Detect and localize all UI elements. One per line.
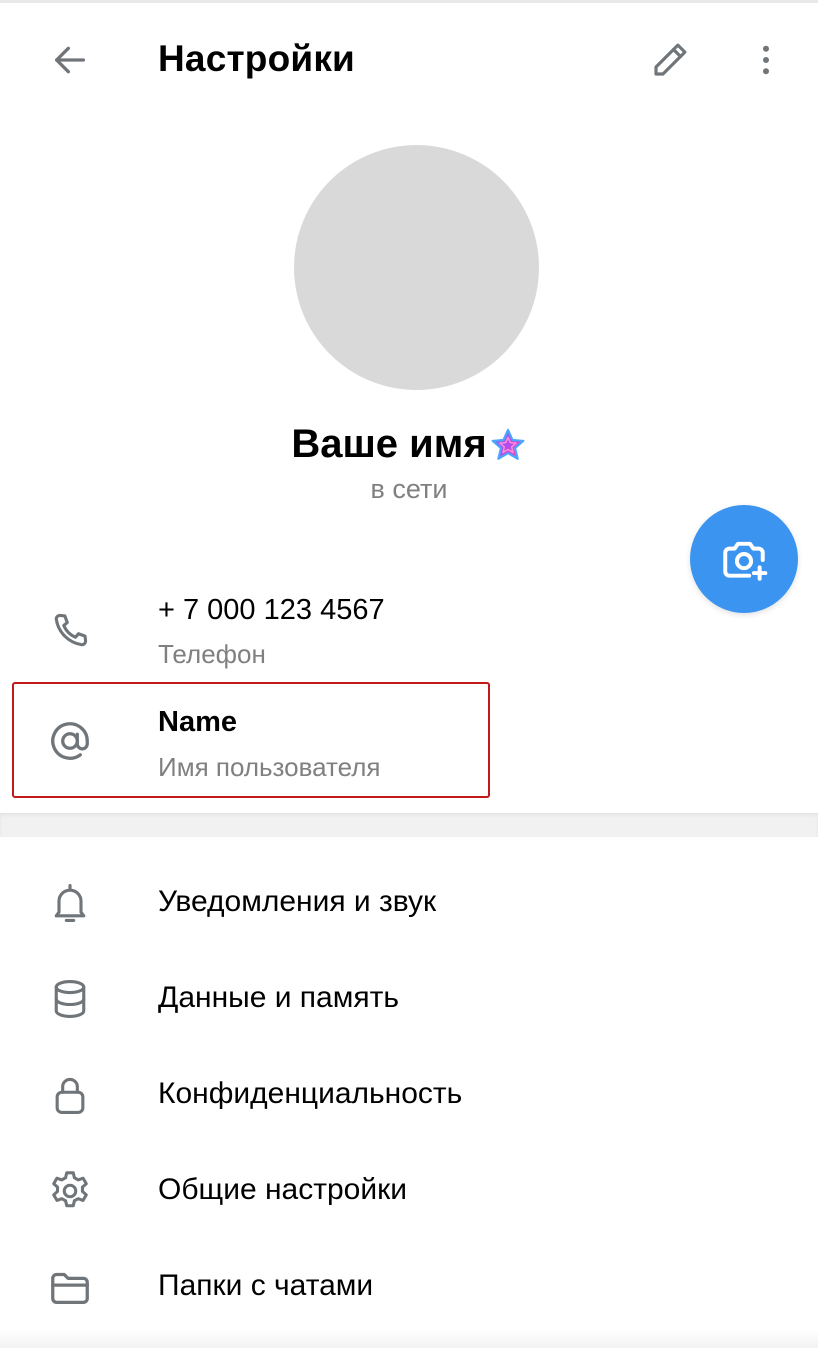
app-header: Настройки: [0, 0, 818, 120]
menu-item-icon: [40, 969, 100, 1029]
edit-button[interactable]: [640, 34, 700, 86]
menu-item-label: Общие настройки: [158, 1173, 407, 1206]
menu-item-notifications[interactable]: Уведомления и звук: [0, 855, 818, 951]
phone-icon: [54, 613, 88, 647]
phone-label: Телефон: [158, 639, 266, 669]
menu-item-privacy[interactable]: Конфиденциальность: [0, 1047, 818, 1143]
menu-item-label: Данные и память: [158, 981, 399, 1014]
profile-avatar[interactable]: [294, 145, 539, 390]
username-value: Name: [158, 706, 237, 738]
folder-icon: [51, 1272, 89, 1304]
username-row[interactable]: Name Имя пользователя: [0, 684, 818, 794]
menu-item-icon: [40, 1065, 100, 1125]
username-label: Имя пользователя: [158, 752, 381, 782]
menu-item-label: Уведомления и звук: [158, 885, 437, 918]
profile-name: Ваше имя: [291, 422, 487, 466]
menu-item-icon: [40, 1257, 100, 1317]
database-icon: [54, 980, 86, 1018]
phone-row-icon: [40, 601, 100, 661]
bottom-fade: [0, 1330, 818, 1348]
back-button[interactable]: [40, 34, 100, 86]
phone-number: + 7 000 123 4567: [158, 594, 385, 626]
username-row-icon: [40, 711, 100, 771]
menu-item-icon: [40, 1161, 100, 1221]
profile-status: в сети: [370, 474, 448, 504]
pencil-icon: [654, 43, 687, 76]
menu-item-data-storage[interactable]: Данные и память: [0, 951, 818, 1047]
profile-name-row: Ваше имя: [0, 422, 818, 467]
lock-icon: [55, 1077, 85, 1114]
menu-item-label: Конфиденциальность: [158, 1077, 463, 1110]
menu-item-label: Папки с чатами: [158, 1269, 374, 1302]
menu-item-chat-folders[interactable]: Папки с чатами: [0, 1239, 818, 1335]
at-icon: [51, 722, 89, 760]
section-divider: [0, 813, 818, 837]
page-title: Настройки: [158, 38, 356, 79]
phone-row[interactable]: + 7 000 123 4567 Телефон: [0, 584, 818, 694]
gear-icon: [52, 1171, 88, 1208]
more-vertical-icon: [763, 45, 769, 75]
menu-item-general-settings[interactable]: Общие настройки: [0, 1143, 818, 1239]
more-options-button[interactable]: [740, 34, 792, 86]
bell-icon: [54, 884, 86, 922]
camera-add-icon: [723, 541, 768, 581]
premium-star-icon[interactable]: [489, 427, 527, 465]
menu-item-icon: [40, 873, 100, 933]
arrow-left-icon: [55, 46, 86, 74]
